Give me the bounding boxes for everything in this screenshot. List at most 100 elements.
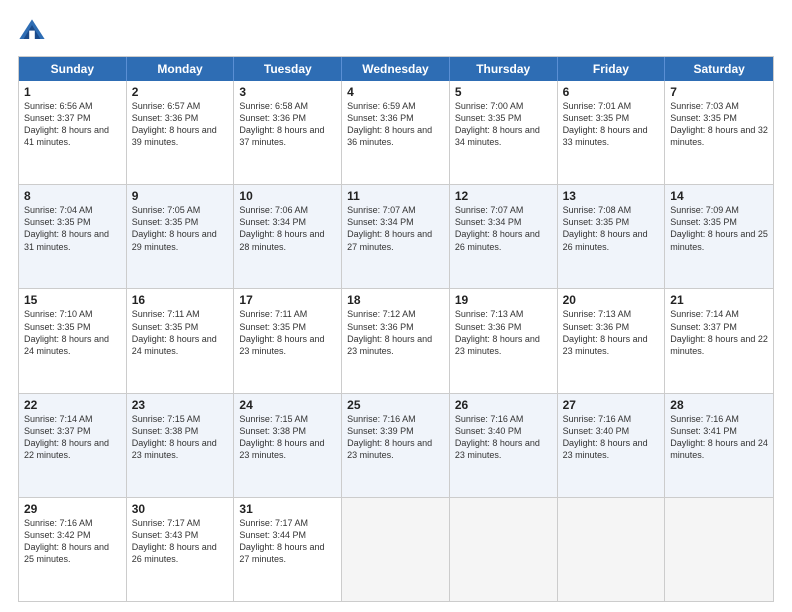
day-cell-10: 10 Sunrise: 7:06 AMSunset: 3:34 PMDaylig… bbox=[234, 185, 342, 288]
day-number: 6 bbox=[563, 85, 660, 99]
day-cell-27: 27 Sunrise: 7:16 AMSunset: 3:40 PMDaylig… bbox=[558, 394, 666, 497]
day-info: Sunrise: 7:14 AMSunset: 3:37 PMDaylight:… bbox=[670, 309, 768, 355]
day-number: 30 bbox=[132, 502, 229, 516]
day-cell-7: 7 Sunrise: 7:03 AMSunset: 3:35 PMDayligh… bbox=[665, 81, 773, 184]
day-number: 2 bbox=[132, 85, 229, 99]
day-number: 10 bbox=[239, 189, 336, 203]
day-info: Sunrise: 7:05 AMSunset: 3:35 PMDaylight:… bbox=[132, 205, 217, 251]
day-cell-30: 30 Sunrise: 7:17 AMSunset: 3:43 PMDaylig… bbox=[127, 498, 235, 601]
day-info: Sunrise: 7:11 AMSunset: 3:35 PMDaylight:… bbox=[239, 309, 324, 355]
day-cell-15: 15 Sunrise: 7:10 AMSunset: 3:35 PMDaylig… bbox=[19, 289, 127, 392]
day-number: 1 bbox=[24, 85, 121, 99]
day-number: 29 bbox=[24, 502, 121, 516]
day-cell-1: 1 Sunrise: 6:56 AMSunset: 3:37 PMDayligh… bbox=[19, 81, 127, 184]
day-info: Sunrise: 6:57 AMSunset: 3:36 PMDaylight:… bbox=[132, 101, 217, 147]
day-info: Sunrise: 7:10 AMSunset: 3:35 PMDaylight:… bbox=[24, 309, 109, 355]
day-info: Sunrise: 7:15 AMSunset: 3:38 PMDaylight:… bbox=[239, 414, 324, 460]
day-cell-3: 3 Sunrise: 6:58 AMSunset: 3:36 PMDayligh… bbox=[234, 81, 342, 184]
day-number: 28 bbox=[670, 398, 768, 412]
day-info: Sunrise: 7:13 AMSunset: 3:36 PMDaylight:… bbox=[563, 309, 648, 355]
weekday-header-sunday: Sunday bbox=[19, 57, 127, 81]
day-info: Sunrise: 7:11 AMSunset: 3:35 PMDaylight:… bbox=[132, 309, 217, 355]
day-info: Sunrise: 7:12 AMSunset: 3:36 PMDaylight:… bbox=[347, 309, 432, 355]
day-number: 27 bbox=[563, 398, 660, 412]
day-cell-14: 14 Sunrise: 7:09 AMSunset: 3:35 PMDaylig… bbox=[665, 185, 773, 288]
day-cell-26: 26 Sunrise: 7:16 AMSunset: 3:40 PMDaylig… bbox=[450, 394, 558, 497]
day-number: 17 bbox=[239, 293, 336, 307]
page: SundayMondayTuesdayWednesdayThursdayFrid… bbox=[0, 0, 792, 612]
header bbox=[18, 18, 774, 46]
day-number: 8 bbox=[24, 189, 121, 203]
day-cell-28: 28 Sunrise: 7:16 AMSunset: 3:41 PMDaylig… bbox=[665, 394, 773, 497]
logo-icon bbox=[18, 18, 46, 46]
day-info: Sunrise: 6:59 AMSunset: 3:36 PMDaylight:… bbox=[347, 101, 432, 147]
calendar-header: SundayMondayTuesdayWednesdayThursdayFrid… bbox=[19, 57, 773, 81]
day-cell-13: 13 Sunrise: 7:08 AMSunset: 3:35 PMDaylig… bbox=[558, 185, 666, 288]
day-number: 5 bbox=[455, 85, 552, 99]
day-info: Sunrise: 7:15 AMSunset: 3:38 PMDaylight:… bbox=[132, 414, 217, 460]
day-cell-16: 16 Sunrise: 7:11 AMSunset: 3:35 PMDaylig… bbox=[127, 289, 235, 392]
day-cell-9: 9 Sunrise: 7:05 AMSunset: 3:35 PMDayligh… bbox=[127, 185, 235, 288]
day-info: Sunrise: 7:07 AMSunset: 3:34 PMDaylight:… bbox=[347, 205, 432, 251]
day-cell-2: 2 Sunrise: 6:57 AMSunset: 3:36 PMDayligh… bbox=[127, 81, 235, 184]
day-number: 24 bbox=[239, 398, 336, 412]
day-number: 20 bbox=[563, 293, 660, 307]
day-info: Sunrise: 7:00 AMSunset: 3:35 PMDaylight:… bbox=[455, 101, 540, 147]
day-cell-21: 21 Sunrise: 7:14 AMSunset: 3:37 PMDaylig… bbox=[665, 289, 773, 392]
empty-cell bbox=[450, 498, 558, 601]
empty-cell bbox=[342, 498, 450, 601]
weekday-header-thursday: Thursday bbox=[450, 57, 558, 81]
calendar-week-3: 15 Sunrise: 7:10 AMSunset: 3:35 PMDaylig… bbox=[19, 289, 773, 393]
day-cell-12: 12 Sunrise: 7:07 AMSunset: 3:34 PMDaylig… bbox=[450, 185, 558, 288]
day-cell-8: 8 Sunrise: 7:04 AMSunset: 3:35 PMDayligh… bbox=[19, 185, 127, 288]
day-number: 3 bbox=[239, 85, 336, 99]
day-number: 22 bbox=[24, 398, 121, 412]
day-cell-29: 29 Sunrise: 7:16 AMSunset: 3:42 PMDaylig… bbox=[19, 498, 127, 601]
day-cell-18: 18 Sunrise: 7:12 AMSunset: 3:36 PMDaylig… bbox=[342, 289, 450, 392]
day-info: Sunrise: 7:04 AMSunset: 3:35 PMDaylight:… bbox=[24, 205, 109, 251]
day-cell-25: 25 Sunrise: 7:16 AMSunset: 3:39 PMDaylig… bbox=[342, 394, 450, 497]
day-number: 9 bbox=[132, 189, 229, 203]
day-number: 21 bbox=[670, 293, 768, 307]
calendar-week-5: 29 Sunrise: 7:16 AMSunset: 3:42 PMDaylig… bbox=[19, 498, 773, 601]
calendar-week-2: 8 Sunrise: 7:04 AMSunset: 3:35 PMDayligh… bbox=[19, 185, 773, 289]
day-info: Sunrise: 7:06 AMSunset: 3:34 PMDaylight:… bbox=[239, 205, 324, 251]
day-info: Sunrise: 7:07 AMSunset: 3:34 PMDaylight:… bbox=[455, 205, 540, 251]
calendar-body: 1 Sunrise: 6:56 AMSunset: 3:37 PMDayligh… bbox=[19, 81, 773, 601]
day-info: Sunrise: 7:17 AMSunset: 3:44 PMDaylight:… bbox=[239, 518, 324, 564]
day-cell-5: 5 Sunrise: 7:00 AMSunset: 3:35 PMDayligh… bbox=[450, 81, 558, 184]
day-number: 31 bbox=[239, 502, 336, 516]
weekday-header-tuesday: Tuesday bbox=[234, 57, 342, 81]
day-cell-22: 22 Sunrise: 7:14 AMSunset: 3:37 PMDaylig… bbox=[19, 394, 127, 497]
empty-cell bbox=[665, 498, 773, 601]
day-number: 16 bbox=[132, 293, 229, 307]
day-cell-19: 19 Sunrise: 7:13 AMSunset: 3:36 PMDaylig… bbox=[450, 289, 558, 392]
empty-cell bbox=[558, 498, 666, 601]
calendar-week-4: 22 Sunrise: 7:14 AMSunset: 3:37 PMDaylig… bbox=[19, 394, 773, 498]
day-info: Sunrise: 6:58 AMSunset: 3:36 PMDaylight:… bbox=[239, 101, 324, 147]
day-cell-23: 23 Sunrise: 7:15 AMSunset: 3:38 PMDaylig… bbox=[127, 394, 235, 497]
day-cell-17: 17 Sunrise: 7:11 AMSunset: 3:35 PMDaylig… bbox=[234, 289, 342, 392]
weekday-header-monday: Monday bbox=[127, 57, 235, 81]
day-number: 11 bbox=[347, 189, 444, 203]
calendar: SundayMondayTuesdayWednesdayThursdayFrid… bbox=[18, 56, 774, 602]
day-number: 14 bbox=[670, 189, 768, 203]
day-number: 18 bbox=[347, 293, 444, 307]
day-info: Sunrise: 7:16 AMSunset: 3:40 PMDaylight:… bbox=[563, 414, 648, 460]
logo bbox=[18, 18, 50, 46]
day-cell-6: 6 Sunrise: 7:01 AMSunset: 3:35 PMDayligh… bbox=[558, 81, 666, 184]
day-info: Sunrise: 7:16 AMSunset: 3:40 PMDaylight:… bbox=[455, 414, 540, 460]
day-number: 26 bbox=[455, 398, 552, 412]
day-info: Sunrise: 7:16 AMSunset: 3:41 PMDaylight:… bbox=[670, 414, 768, 460]
day-number: 4 bbox=[347, 85, 444, 99]
weekday-header-wednesday: Wednesday bbox=[342, 57, 450, 81]
day-info: Sunrise: 7:09 AMSunset: 3:35 PMDaylight:… bbox=[670, 205, 768, 251]
day-info: Sunrise: 7:08 AMSunset: 3:35 PMDaylight:… bbox=[563, 205, 648, 251]
weekday-header-friday: Friday bbox=[558, 57, 666, 81]
day-info: Sunrise: 6:56 AMSunset: 3:37 PMDaylight:… bbox=[24, 101, 109, 147]
day-number: 25 bbox=[347, 398, 444, 412]
day-cell-31: 31 Sunrise: 7:17 AMSunset: 3:44 PMDaylig… bbox=[234, 498, 342, 601]
day-cell-11: 11 Sunrise: 7:07 AMSunset: 3:34 PMDaylig… bbox=[342, 185, 450, 288]
day-number: 13 bbox=[563, 189, 660, 203]
day-info: Sunrise: 7:13 AMSunset: 3:36 PMDaylight:… bbox=[455, 309, 540, 355]
